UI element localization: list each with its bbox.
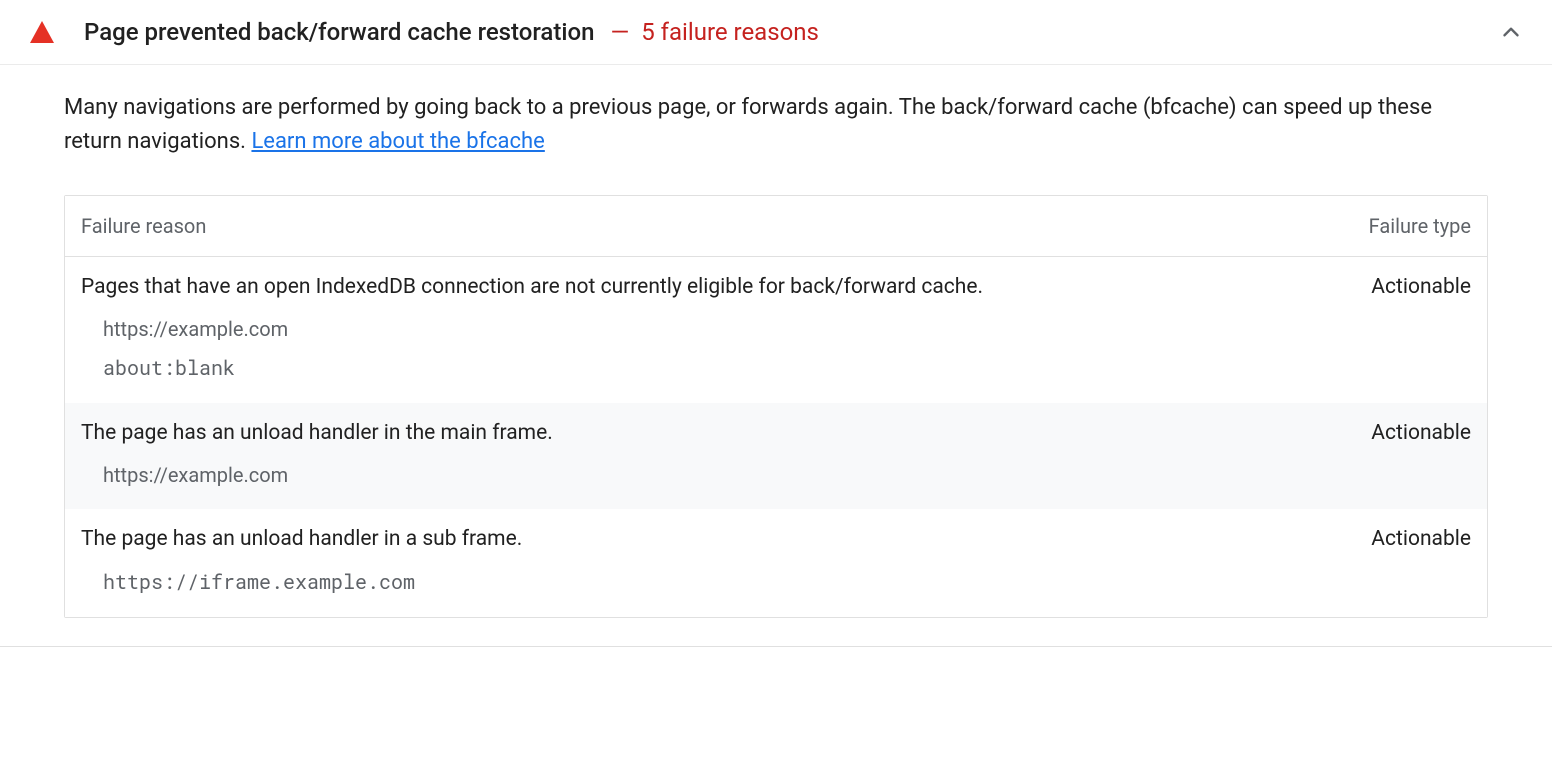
failure-type: Actionable	[1311, 527, 1471, 551]
failure-type: Actionable	[1311, 275, 1471, 299]
column-header-type: Failure type	[1311, 214, 1471, 238]
url-list: https://iframe.example.com	[81, 569, 1471, 595]
chevron-up-icon[interactable]	[1498, 19, 1524, 45]
failure-reason: Pages that have an open IndexedDB connec…	[81, 275, 1311, 299]
url-list: https://example.com	[81, 463, 1471, 487]
url-item: https://example.com	[103, 463, 1471, 487]
separator: —	[610, 18, 629, 46]
table-header-row: Failure reason Failure type	[65, 196, 1487, 257]
url-list: https://example.com about:blank	[81, 317, 1471, 381]
failure-reason: The page has an unload handler in a sub …	[81, 527, 1311, 551]
alert-triangle-icon	[30, 21, 54, 43]
url-item: about:blank	[103, 355, 1471, 381]
url-item: https://example.com	[103, 317, 1471, 341]
audit-panel: Page prevented back/forward cache restor…	[0, 0, 1552, 647]
url-item: https://iframe.example.com	[103, 569, 1471, 595]
table-row: The page has an unload handler in a sub …	[65, 509, 1487, 617]
failure-type: Actionable	[1311, 421, 1471, 445]
table-body: Pages that have an open IndexedDB connec…	[65, 257, 1487, 617]
column-header-reason: Failure reason	[81, 214, 1311, 238]
table-row: Pages that have an open IndexedDB connec…	[65, 257, 1487, 403]
learn-more-link[interactable]: Learn more about the bfcache	[251, 129, 544, 154]
audit-body: Many navigations are performed by going …	[0, 65, 1552, 646]
audit-title: Page prevented back/forward cache restor…	[84, 18, 594, 46]
table-row: The page has an unload handler in the ma…	[65, 403, 1487, 509]
failure-table: Failure reason Failure type Pages that h…	[64, 195, 1488, 618]
audit-description: Many navigations are performed by going …	[64, 91, 1488, 159]
failure-count: 5 failure reasons	[641, 18, 819, 46]
audit-header[interactable]: Page prevented back/forward cache restor…	[0, 0, 1552, 65]
failure-reason: The page has an unload handler in the ma…	[81, 421, 1311, 445]
